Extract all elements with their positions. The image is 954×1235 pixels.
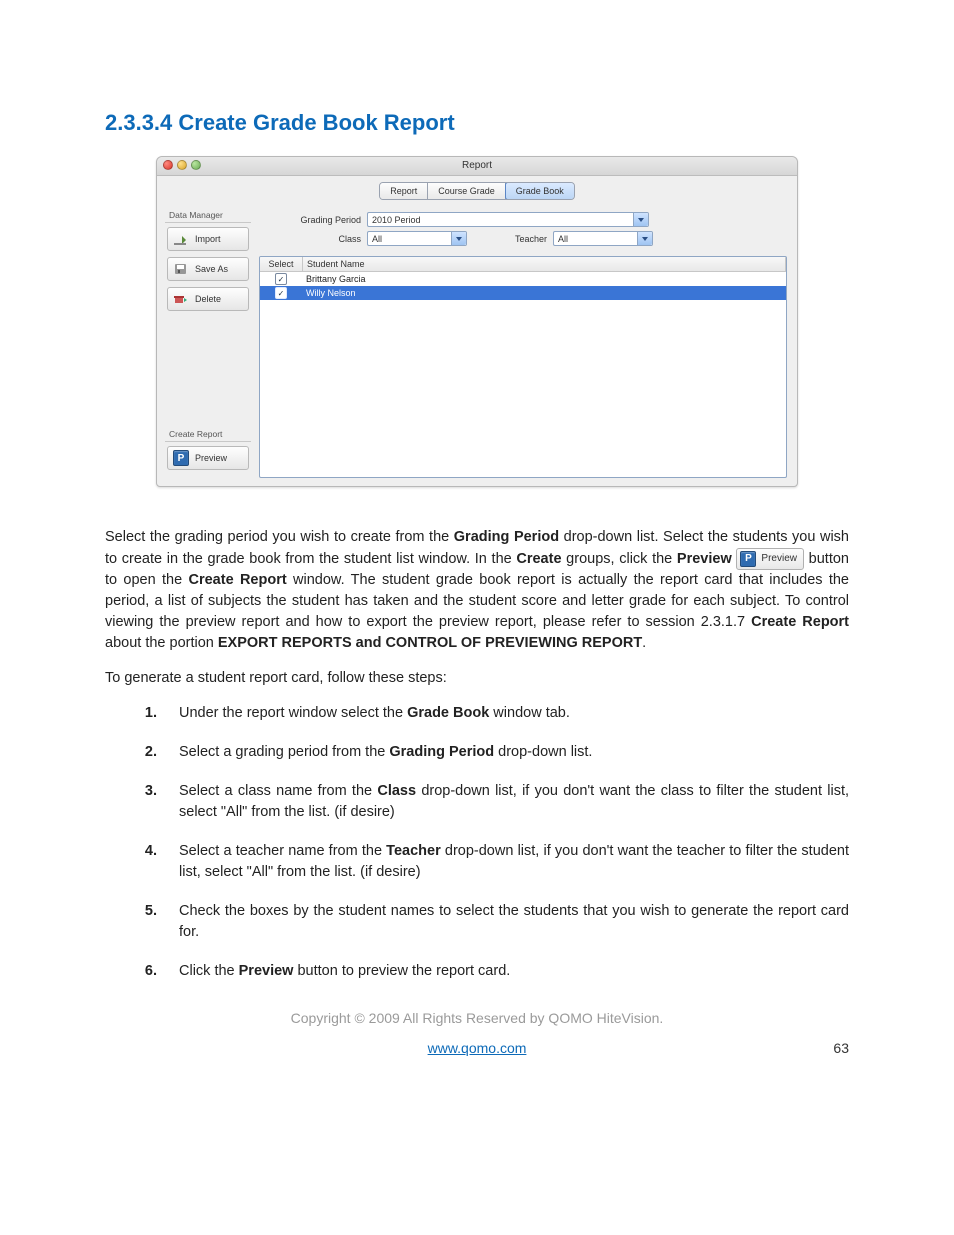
- sidebar-group-create-report: Create Report: [165, 427, 251, 442]
- import-button[interactable]: Import: [167, 227, 249, 251]
- step-5: Check the boxes by the student names to …: [161, 901, 849, 943]
- copyright-text: Copyright © 2009 All Rights Reserved by …: [105, 1010, 849, 1026]
- teacher-value: All: [558, 234, 568, 244]
- student-name-cell: Willy Nelson: [302, 288, 786, 298]
- tab-grade-book[interactable]: Grade Book: [505, 182, 575, 200]
- preview-inline-label: Preview: [761, 552, 797, 567]
- window-title: Report: [462, 160, 492, 171]
- import-label: Import: [195, 234, 221, 244]
- preview-label: Preview: [195, 453, 227, 463]
- preview-inline-button[interactable]: P Preview: [736, 548, 804, 570]
- tab-course-grade[interactable]: Course Grade: [428, 183, 506, 199]
- save-icon: [172, 262, 190, 276]
- chevron-down-icon: [637, 232, 652, 245]
- table-row[interactable]: ✓ Willy Nelson: [260, 286, 786, 300]
- step-4: Select a teacher name from the Teacher d…: [161, 841, 849, 883]
- sidebar: Data Manager Import Save As: [165, 208, 257, 478]
- tab-report[interactable]: Report: [380, 183, 428, 199]
- sidebar-group-data-manager: Data Manager: [165, 208, 251, 223]
- grading-period-dropdown[interactable]: 2010 Period: [367, 212, 649, 227]
- checkbox-icon[interactable]: ✓: [275, 273, 287, 285]
- grading-period-value: 2010 Period: [372, 215, 421, 225]
- paragraph-2: To generate a student report card, follo…: [105, 668, 849, 689]
- steps-list: Under the report window select the Grade…: [105, 703, 849, 982]
- column-student-name: Student Name: [303, 257, 786, 271]
- preview-icon: P: [740, 551, 756, 567]
- class-label: Class: [261, 234, 367, 244]
- step-2: Select a grading period from the Grading…: [161, 742, 849, 763]
- save-as-button[interactable]: Save As: [167, 257, 249, 281]
- delete-button[interactable]: Delete: [167, 287, 249, 311]
- preview-button[interactable]: P Preview: [167, 446, 249, 470]
- chevron-down-icon: [633, 213, 648, 226]
- column-select: Select: [260, 257, 303, 271]
- delete-label: Delete: [195, 294, 221, 304]
- chevron-down-icon: [451, 232, 466, 245]
- minimize-icon[interactable]: [177, 160, 187, 170]
- teacher-dropdown[interactable]: All: [553, 231, 653, 246]
- step-1: Under the report window select the Grade…: [161, 703, 849, 724]
- close-icon[interactable]: [163, 160, 173, 170]
- report-window: Report Report Course Grade Grade Book Da…: [156, 156, 798, 487]
- class-dropdown[interactable]: All: [367, 231, 467, 246]
- table-row[interactable]: ✓ Brittany Garcia: [260, 272, 786, 286]
- zoom-icon[interactable]: [191, 160, 201, 170]
- student-table: Select Student Name ✓ Brittany Garcia ✓ …: [259, 256, 787, 478]
- grading-period-label: Grading Period: [261, 215, 367, 225]
- checkbox-icon[interactable]: ✓: [275, 287, 287, 299]
- step-3: Select a class name from the Class drop-…: [161, 781, 849, 823]
- student-name-cell: Brittany Garcia: [302, 274, 786, 284]
- paragraph-1: Select the grading period you wish to cr…: [105, 527, 849, 654]
- save-as-label: Save As: [195, 264, 228, 274]
- tab-bar: Report Course Grade Grade Book: [157, 180, 797, 208]
- step-6: Click the Preview button to preview the …: [161, 961, 849, 982]
- page-number: 63: [833, 1040, 849, 1056]
- teacher-label: Teacher: [467, 234, 553, 244]
- section-heading: 2.3.3.4 Create Grade Book Report: [105, 110, 849, 136]
- preview-icon: P: [172, 450, 190, 466]
- delete-icon: [172, 292, 190, 306]
- import-icon: [172, 232, 190, 246]
- class-value: All: [372, 234, 382, 244]
- window-titlebar: Report: [157, 157, 797, 176]
- footer-link[interactable]: www.qomo.com: [428, 1040, 527, 1056]
